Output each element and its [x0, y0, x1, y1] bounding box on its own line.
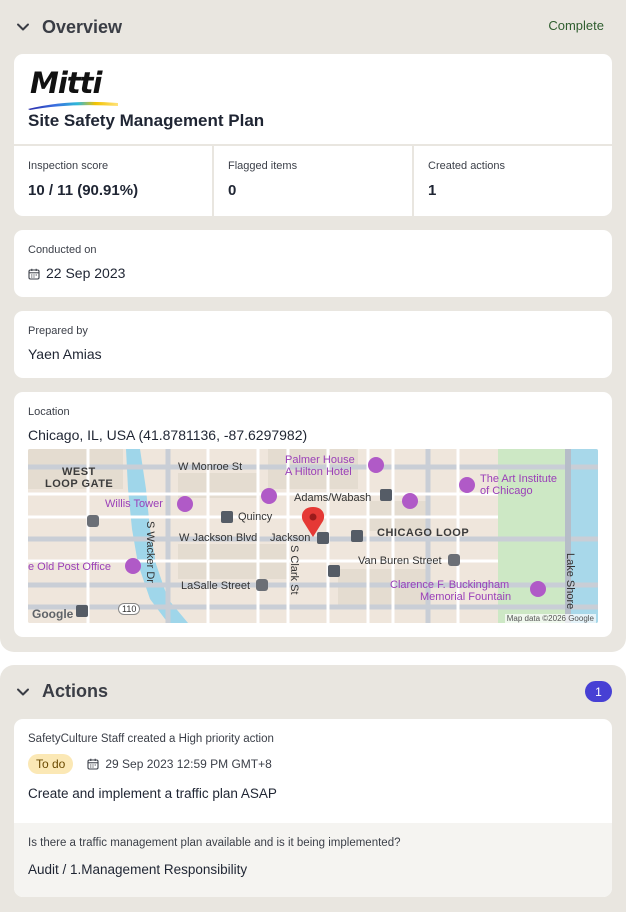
stats-row: Inspection score 10 / 11 (90.91%) Flagge… — [14, 144, 612, 216]
stat-value: 0 — [228, 182, 237, 199]
status-pill: To do — [28, 754, 74, 774]
due-date: 29 Sep 2023 12:59 PM GMT+8 — [87, 757, 272, 771]
logo-swoosh — [28, 101, 118, 110]
map-label: S Clark St — [288, 545, 300, 595]
location-card: Location Chicago, IL, USA (41.8781136, -… — [14, 392, 612, 637]
map-label: Lake Shore — [564, 553, 576, 610]
location-value: Chicago, IL, USA (41.8781136, -87.629798… — [28, 427, 308, 443]
prepared-label: Prepared by — [28, 325, 88, 337]
map-label: S Wacker Dr — [144, 521, 156, 583]
stat-label: Inspection score — [28, 160, 109, 172]
title-card: Mitti Site Safety Management Plan Inspec… — [14, 54, 612, 216]
map-label: of Chicago — [480, 485, 533, 497]
stat-flagged-items[interactable]: Flagged items 0 — [212, 146, 412, 216]
conducted-label: Conducted on — [28, 244, 97, 256]
chevron-down-icon[interactable] — [16, 685, 30, 699]
map-label: LOOP GATE — [45, 478, 114, 490]
action-meta: SafetyCulture Staff created a High prior… — [28, 733, 274, 745]
conducted-card: Conducted on 22 Sep 2023 — [14, 230, 612, 297]
location-label: Location — [28, 406, 70, 418]
map-label: A Hilton Hotel — [285, 466, 352, 478]
actions-count-badge: 1 — [585, 681, 612, 702]
action-title: Create and implement a traffic plan ASAP — [28, 786, 277, 801]
map-attribution[interactable]: Map data ©2026 Google — [504, 614, 596, 623]
calendar-icon — [87, 758, 99, 770]
map-label: The Art Institute — [480, 473, 558, 485]
google-logo: Google — [32, 607, 74, 621]
logo-wordmark: Mitti — [30, 66, 102, 100]
route-shield: 110 — [118, 603, 141, 615]
action-source: Is there a traffic management plan avail… — [14, 823, 612, 897]
stat-label: Flagged items — [228, 160, 298, 172]
conducted-date: 22 Sep 2023 — [46, 265, 126, 281]
stat-value: 10 / 11 (90.91%) — [28, 182, 139, 199]
prepared-value: Yaen Amias — [28, 346, 102, 362]
map-label: Quincy — [238, 511, 273, 523]
status-badge: Complete — [548, 18, 604, 33]
map-label: Jackson — [270, 532, 311, 544]
map-label: WEST — [62, 466, 96, 478]
map-label: LaSalle Street — [181, 580, 251, 592]
prepared-card: Prepared by Yaen Amias — [14, 311, 612, 378]
location-map[interactable]: WEST LOOP GATE W Monroe St Palmer House … — [28, 449, 598, 623]
actions-title: Actions — [42, 681, 109, 701]
action-status-row: To do 29 Sep 2023 12:59 PM GMT+8 — [28, 754, 598, 774]
overview-title: Overview — [42, 16, 123, 37]
company-logo: Mitti — [28, 66, 118, 110]
map-label: Willis Tower — [105, 498, 163, 510]
stat-inspection-score: Inspection score 10 / 11 (90.91%) — [14, 146, 212, 216]
stat-created-actions[interactable]: Created actions 1 — [412, 146, 612, 216]
due-date-text: 29 Sep 2023 12:59 PM GMT+8 — [105, 757, 272, 771]
map-label: CHICAGO LOOP — [377, 527, 470, 539]
map-label: W Monroe St — [178, 461, 243, 473]
conducted-value-row: 22 Sep 2023 — [28, 265, 598, 281]
stat-label: Created actions — [428, 160, 506, 172]
chevron-down-icon[interactable] — [16, 20, 30, 34]
map-label: e Old Post Office — [28, 561, 111, 573]
calendar-icon — [28, 267, 40, 280]
action-card[interactable]: SafetyCulture Staff created a High prior… — [14, 719, 612, 897]
overview-section: Overview Complete Mitti Site Safety Mana… — [0, 0, 626, 652]
map-label: Adams/Wabash — [294, 492, 372, 504]
document-title: Site Safety Management Plan — [28, 111, 265, 130]
overview-header[interactable]: Overview Complete — [14, 0, 612, 54]
map-label: Palmer House — [285, 454, 355, 466]
actions-header[interactable]: Actions 1 — [14, 665, 612, 718]
breadcrumb: Audit / 1.Management Responsibility — [28, 862, 248, 877]
map-label: Memorial Fountain — [420, 591, 512, 603]
map-label: Clarence F. Buckingham — [390, 579, 510, 591]
action-summary: SafetyCulture Staff created a High prior… — [14, 719, 612, 823]
stat-value: 1 — [428, 182, 437, 199]
map-label: Van Buren Street — [358, 555, 442, 567]
source-question: Is there a traffic management plan avail… — [28, 837, 401, 849]
map-label: W Jackson Blvd — [179, 532, 258, 544]
